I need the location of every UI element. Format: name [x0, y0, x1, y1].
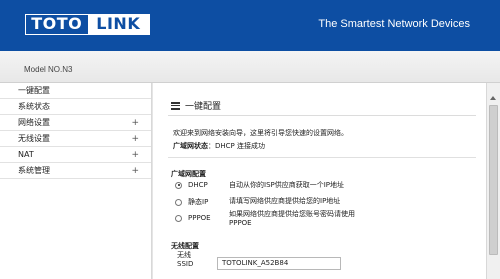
ssid-label-line: SSID — [177, 260, 194, 268]
radio-button-checked[interactable] — [175, 181, 182, 189]
sidebar-item-network-settings[interactable]: 网络设置 + — [0, 115, 151, 131]
radio-button[interactable] — [175, 214, 182, 222]
expand-plus-icon[interactable]: + — [131, 147, 139, 163]
expand-plus-icon[interactable]: + — [131, 163, 139, 179]
expand-plus-icon[interactable]: + — [131, 115, 139, 131]
brand-tagline: The Smartest Network Devices — [318, 18, 470, 30]
wan-config-heading: 广域网配置 — [171, 170, 206, 178]
page-title-text: 一键配置 — [185, 102, 222, 112]
radio-label-pppoe: PPPOE — [188, 214, 211, 222]
logo-text-right: LINK — [87, 15, 149, 34]
ssid-label-line: 无线 — [177, 251, 191, 259]
radio-pppoe[interactable]: PPPOE — [175, 214, 211, 222]
wan-status-label: 广域网状态 — [173, 142, 208, 150]
sidebar-item-quick-setup[interactable]: 一键配置 — [0, 83, 151, 99]
dhcp-description: 自动从你的ISP供应商获取一个IP地址 — [229, 181, 345, 189]
wan-status: 广域网状态：DHCP 连接成功 — [173, 141, 265, 151]
totolink-logo: TOTO LINK — [25, 14, 150, 35]
scrollbar[interactable] — [486, 83, 500, 279]
radio-button[interactable] — [175, 198, 182, 206]
scroll-thumb[interactable] — [489, 105, 498, 255]
sidebar-item-system-status[interactable]: 系统状态 — [0, 99, 151, 115]
sidebar-item-nat[interactable]: NAT + — [0, 147, 151, 163]
pppoe-description-line: PPPOE — [229, 219, 252, 227]
ssid-input[interactable]: TOTOLINK_A52B84 — [217, 257, 341, 270]
static-ip-description: 请填写网络供应商提供给您的IP地址 — [229, 197, 341, 205]
ssid-label: 无线 SSID — [177, 251, 193, 269]
radio-static-ip[interactable]: 静态IP — [175, 197, 208, 207]
main-content: 一键配置 欢迎来到网络安装向导，这里将引导您快速的设置网络。 广域网状态：DHC… — [152, 83, 486, 279]
sidebar-item-label: 网络设置 — [18, 118, 50, 127]
expand-plus-icon[interactable]: + — [131, 131, 139, 147]
pppoe-description: 如果网络供应商提供给您账号密码请使用 PPPOE — [229, 210, 355, 228]
model-bar: Model NO.N3 — [0, 51, 500, 83]
sidebar: 一键配置 系统状态 网络设置 + 无线设置 + NAT + 系统管理 + — [0, 83, 152, 279]
sidebar-item-label: NAT — [18, 150, 34, 159]
logo-text-left: TOTO — [26, 15, 88, 34]
radio-label-static-ip: 静态IP — [188, 198, 209, 206]
pppoe-description-line: 如果网络供应商提供给您账号密码请使用 — [229, 210, 355, 218]
wireless-config-heading: 无线配置 — [171, 242, 199, 250]
sidebar-item-label: 系统管理 — [18, 166, 50, 175]
sidebar-item-wireless-settings[interactable]: 无线设置 + — [0, 131, 151, 147]
radio-dhcp[interactable]: DHCP — [175, 181, 208, 189]
sidebar-item-system-management[interactable]: 系统管理 + — [0, 163, 151, 179]
page-title: 一键配置 — [171, 99, 221, 112]
intro-text: 欢迎来到网络安装向导，这里将引导您快速的设置网络。 — [173, 129, 348, 137]
radio-label-dhcp: DHCP — [188, 181, 208, 189]
sidebar-item-label: 无线设置 — [18, 134, 50, 143]
section-divider — [168, 157, 476, 158]
list-icon — [171, 101, 180, 110]
scroll-up-arrow-icon[interactable] — [490, 96, 496, 100]
sidebar-item-label: 系统状态 — [18, 102, 50, 111]
title-divider — [168, 115, 476, 116]
model-number: Model NO.N3 — [24, 65, 73, 74]
header-bar: TOTO LINK The Smartest Network Devices — [0, 0, 500, 51]
sidebar-item-label: 一键配置 — [18, 86, 50, 95]
wan-status-colon: ： — [208, 142, 215, 150]
wan-status-value: DHCP 连接成功 — [215, 142, 265, 150]
